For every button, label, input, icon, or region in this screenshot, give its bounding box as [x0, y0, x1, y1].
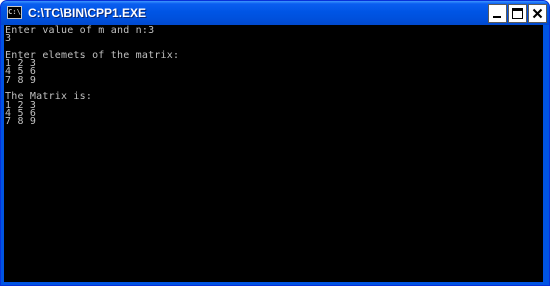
close-icon [532, 8, 543, 19]
title-bar[interactable]: C:\ C:\TC\BIN\CPP1.EXE [1, 1, 549, 25]
console-output-area[interactable]: Enter value of m and n:3 3 Enter elemets… [4, 25, 543, 282]
console-window: C:\ C:\TC\BIN\CPP1.EXE Enter value of m … [0, 0, 550, 286]
console-icon[interactable]: C:\ [7, 6, 22, 19]
maximize-icon [512, 8, 523, 19]
close-button[interactable] [528, 4, 547, 23]
minimize-icon [493, 16, 501, 18]
window-right-border [543, 25, 546, 282]
minimize-button[interactable] [488, 4, 507, 23]
maximize-button[interactable] [508, 4, 527, 23]
window-bottom-border [1, 282, 549, 285]
console-output: Enter value of m and n:3 3 Enter elemets… [5, 25, 180, 128]
window-title: C:\TC\BIN\CPP1.EXE [28, 6, 147, 20]
